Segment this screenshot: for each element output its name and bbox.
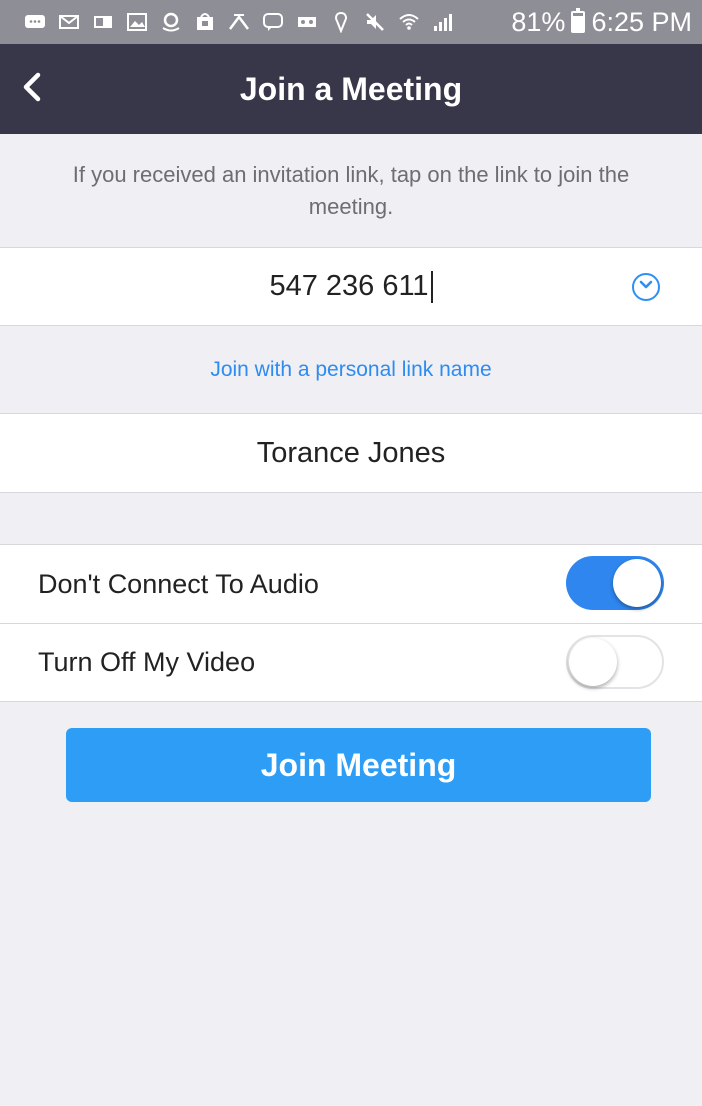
invitation-hint: If you received an invitation link, tap … — [72, 161, 630, 219]
audio-toggle[interactable] — [566, 556, 664, 610]
option-label: Don't Connect To Audio — [38, 568, 319, 599]
voicemail-icon — [296, 11, 318, 33]
amazon-icon — [160, 11, 182, 33]
option-label: Turn Off My Video — [38, 647, 256, 677]
meeting-options: Don't Connect To Audio Turn Off My Video — [0, 544, 702, 702]
meeting-id-row: 547 236 611 — [0, 247, 702, 326]
nav-bar: Join a Meeting — [0, 44, 702, 134]
meeting-id-input[interactable]: 547 236 611 — [0, 248, 702, 325]
chat-icon — [262, 11, 284, 33]
store-icon — [194, 11, 216, 33]
join-with-personal-link[interactable]: Join with a personal link name — [0, 326, 702, 414]
wifi-icon — [398, 11, 420, 33]
page-title: Join a Meeting — [239, 70, 463, 107]
battery-icon — [571, 8, 586, 33]
chevron-left-icon — [21, 71, 43, 108]
chevron-down-circle-icon — [638, 278, 654, 296]
join-meeting-button[interactable]: Join Meeting — [66, 728, 651, 802]
notification-icons — [24, 11, 511, 33]
option-turn-off-video: Turn Off My Video — [0, 623, 702, 701]
meeting-history-dropdown[interactable] — [632, 273, 660, 301]
mail-icon — [58, 11, 80, 33]
signal-icon — [432, 11, 454, 33]
status-bar: 81% 6:25 PM — [0, 0, 702, 44]
transit-icon — [228, 11, 250, 33]
video-toggle[interactable] — [566, 635, 664, 689]
message-icon — [24, 11, 46, 33]
battery-percent: 81% — [511, 6, 566, 37]
status-right: 81% 6:25 PM — [511, 7, 692, 38]
toggle-knob — [613, 559, 661, 607]
text-caret — [430, 270, 433, 303]
name-row: Torance Jones — [0, 413, 702, 493]
option-dont-connect-audio: Don't Connect To Audio — [0, 545, 702, 623]
back-button[interactable] — [12, 66, 52, 112]
location-icon — [330, 11, 352, 33]
meeting-id-value: 547 236 611 — [269, 270, 429, 302]
clock: 6:25 PM — [591, 6, 692, 37]
join-meeting-screen: 81% 6:25 PM Join a Meeting If you receiv… — [0, 0, 702, 1106]
toggle-knob — [569, 638, 617, 686]
outlook-icon — [92, 11, 114, 33]
mute-icon — [364, 11, 386, 33]
gallery-icon — [126, 11, 148, 33]
display-name-input[interactable]: Torance Jones — [0, 414, 702, 492]
